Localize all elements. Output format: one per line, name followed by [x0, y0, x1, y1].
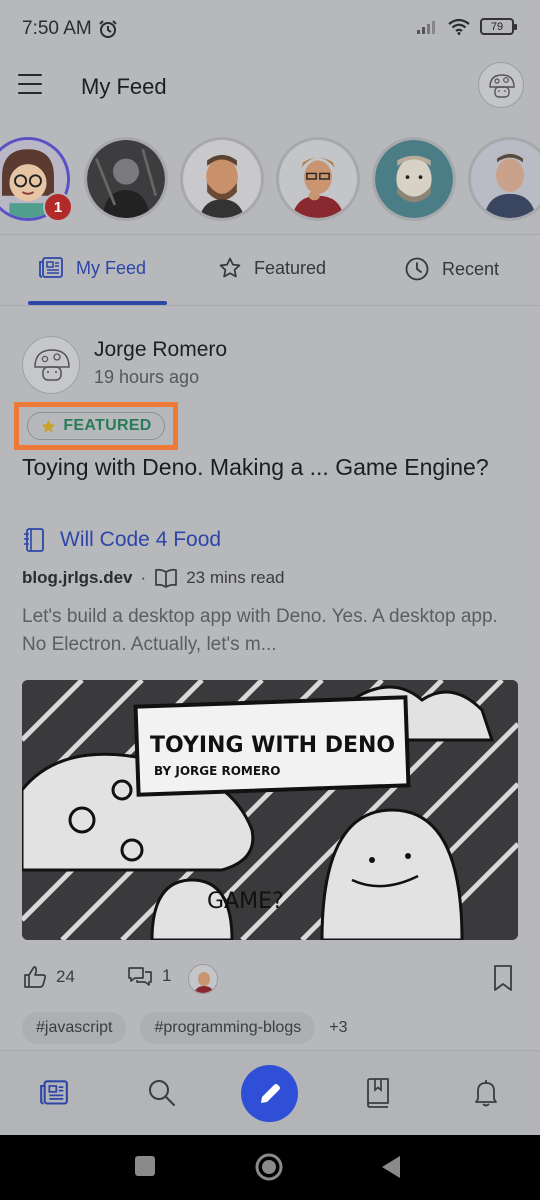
nav-bookmarks[interactable]	[360, 1075, 396, 1111]
featured-highlight-box: FEATURED	[14, 402, 178, 450]
open-book-icon	[155, 568, 178, 588]
blog-link[interactable]: Will Code 4 Food	[22, 527, 221, 553]
post-meta: blog.jrlgs.dev · 23 mins read	[22, 568, 284, 588]
app-header: My Feed	[0, 60, 540, 120]
page-title: My Feed	[81, 74, 167, 99]
cover-byline: BY JORGE ROMERO	[154, 764, 281, 778]
more-tags[interactable]: +3	[329, 1019, 347, 1037]
home-icon[interactable]	[254, 1152, 284, 1182]
story-avatar[interactable]	[84, 137, 168, 221]
cover-caption: GAME?	[207, 889, 284, 914]
tab-featured[interactable]: Featured	[218, 256, 326, 280]
stories-row: 1	[0, 135, 540, 225]
like-count: 24	[56, 967, 75, 986]
cover-title: TOYING WITH DENO	[150, 733, 395, 758]
read-time: 23 mins read	[186, 568, 285, 587]
story-avatar[interactable]: 1	[0, 137, 73, 222]
story-avatar[interactable]	[468, 137, 540, 221]
author-avatar[interactable]	[22, 336, 80, 394]
like-button[interactable]: 24	[22, 964, 75, 990]
tag-list: #javascript #programming-blogs +3	[22, 1012, 347, 1044]
star-filled-icon	[42, 419, 56, 433]
status-icons: 79	[416, 18, 517, 35]
post-excerpt[interactable]: Let's build a desktop app with Deno. Yes…	[22, 603, 512, 659]
nav-notifications[interactable]	[468, 1075, 504, 1111]
menu-icon[interactable]	[18, 74, 42, 94]
comment-count: 1	[162, 966, 172, 985]
author-name[interactable]: Jorge Romero	[94, 338, 227, 362]
pencil-icon	[260, 1083, 280, 1103]
compose-button[interactable]	[241, 1065, 298, 1122]
bell-icon	[475, 1080, 497, 1107]
story-avatar[interactable]	[372, 137, 456, 221]
comment-button[interactable]: 1	[126, 964, 171, 988]
search-icon	[149, 1080, 175, 1106]
blog-domain[interactable]: blog.jrlgs.dev	[22, 568, 133, 588]
bookmark-button[interactable]	[492, 964, 514, 992]
star-icon	[219, 257, 241, 278]
blog-name: Will Code 4 Food	[60, 528, 222, 551]
avatar-photo-icon	[375, 140, 453, 218]
mushroom-avatar-icon	[34, 349, 70, 381]
bookmark-icon	[494, 965, 512, 991]
status-time: 7:50 AM	[22, 18, 118, 40]
tab-recent[interactable]: Recent	[404, 256, 499, 282]
feed-tabs: My Feed Featured Recent	[0, 244, 540, 300]
stories-divider	[0, 234, 540, 235]
cover-image[interactable]: TOYING WITH DENO BY JORGE ROMERO GAME?	[22, 680, 518, 940]
clock-icon	[405, 257, 429, 281]
post-timestamp: 19 hours ago	[94, 367, 200, 387]
story-avatar[interactable]	[276, 137, 360, 221]
commenter-avatar[interactable]	[188, 964, 218, 994]
story-avatar[interactable]	[180, 137, 264, 221]
alarm-icon	[99, 20, 117, 38]
tab-label: My Feed	[76, 257, 147, 278]
cover-illustration: TOYING WITH DENO BY JORGE ROMERO GAME?	[22, 680, 518, 940]
comments-icon	[128, 967, 152, 986]
tag-chip[interactable]: #programming-blogs	[140, 1012, 316, 1044]
feed-icon	[40, 1080, 68, 1105]
avatar-photo-icon	[279, 140, 357, 218]
bottom-navigation	[0, 1050, 540, 1135]
battery-icon: 79	[480, 18, 517, 35]
avatar-photo-icon	[189, 965, 217, 993]
profile-avatar[interactable]	[478, 62, 524, 108]
tabs-divider	[0, 305, 540, 306]
battery-level: 79	[490, 20, 504, 33]
thumbs-up-icon	[24, 966, 47, 988]
mushroom-avatar-icon	[489, 74, 515, 98]
avatar-photo-icon	[87, 140, 165, 218]
newspaper-icon	[39, 257, 63, 278]
recent-apps-icon[interactable]	[134, 1155, 156, 1177]
avatar-photo-icon	[183, 140, 261, 218]
book-icon	[24, 528, 44, 552]
avatar-photo-icon	[471, 140, 540, 218]
nav-feed[interactable]	[36, 1075, 72, 1111]
featured-label: FEATURED	[63, 417, 152, 434]
system-navigation-bar	[0, 1135, 540, 1200]
nav-search[interactable]	[144, 1075, 180, 1111]
status-bar: 7:50 AM 79	[0, 0, 540, 60]
clock-time: 7:50 AM	[22, 18, 92, 39]
post-title[interactable]: Toying with Deno. Making a ... Game Engi…	[22, 450, 502, 484]
tab-my-feed[interactable]: My Feed	[38, 256, 146, 280]
signal-icon	[417, 20, 435, 34]
tag-chip[interactable]: #javascript	[22, 1012, 127, 1044]
featured-badge: FEATURED	[27, 412, 165, 440]
wifi-icon	[448, 18, 470, 35]
back-icon[interactable]	[380, 1155, 402, 1179]
notification-badge: 1	[43, 192, 73, 222]
post-actions: 24 1	[22, 962, 518, 996]
tab-label: Featured	[254, 257, 327, 278]
bookmarks-icon	[367, 1078, 389, 1108]
meta-separator: ·	[140, 568, 147, 587]
tab-label: Recent	[442, 258, 500, 279]
